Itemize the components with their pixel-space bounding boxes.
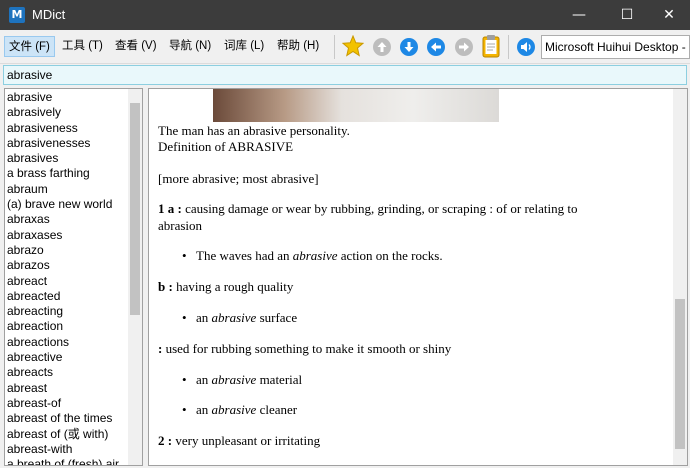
illustration-image [213,89,499,122]
menu-file[interactable]: 文件 (F) [4,36,55,57]
sense-1a-continuation: abrasion [158,218,203,233]
scroll-up-icon[interactable] [372,37,392,57]
headword-em: abrasive [211,372,257,387]
definition-heading: Definition of ABRASIVE [158,139,294,154]
word-list-item[interactable]: abrazo [7,243,129,258]
word-list-scrollbar[interactable] [128,89,142,465]
window-title: MDict [32,7,66,22]
sense-label: 2 : [158,433,173,448]
voice-select[interactable]: Microsoft Huihui Desktop - [541,35,690,59]
headword-em: abrasive [292,248,338,263]
word-list-item[interactable]: abreact [7,274,129,289]
menu-tools[interactable]: 工具 (T) [58,36,107,57]
toolbar-separator [508,35,509,59]
menu-help[interactable]: 帮助 (H) [273,36,323,57]
sense-text: very unpleasant or irritating [172,433,321,448]
sense-1a: 1 a : causing damage or wear by rubbing,… [158,201,578,217]
word-list-item[interactable]: abraxas [7,212,129,227]
word-list-item[interactable]: abreacts [7,365,129,380]
sense-1c: : used for rubbing something to make it … [158,341,451,357]
word-list-item[interactable]: abrasive [7,90,129,105]
sense-1b: b : having a rough quality [158,279,293,295]
definition-scrollbar[interactable] [673,89,687,465]
word-list-item[interactable]: abreast-of [7,396,129,411]
sense-2: 2 : very unpleasant or irritating [158,433,320,449]
example-sentence: The man has an abrasive personality. [158,123,350,138]
word-list-item[interactable]: abrasively [7,105,129,120]
speaker-pronounce-icon[interactable] [516,37,536,57]
back-icon[interactable] [426,37,446,57]
example-text: action on the rocks. [337,248,443,263]
word-list-item[interactable]: abreast-with [7,442,129,457]
menu-navigate[interactable]: 导航 (N) [165,36,215,57]
word-list-item[interactable]: abrazos [7,258,129,273]
word-list-item[interactable]: (a) brave new world [7,197,129,212]
word-list-item[interactable]: a breath of (fresh) air [7,457,129,465]
sense-label: 1 a : [158,201,182,216]
search-input[interactable]: abrasive [3,65,687,85]
close-button[interactable]: ✕ [646,0,690,30]
comparative-forms: [more abrasive; most abrasive] [158,171,319,186]
word-list-item[interactable]: abraxases [7,228,129,243]
definition-pane: The man has an abrasive personality. Def… [148,88,688,466]
word-list: abrasive abrasively abrasiveness abrasivene… [7,90,129,465]
bullet: • [182,310,187,325]
sense-text: causing damage or wear by rubbing, grind… [181,201,578,216]
example-item: • The waves had an abrasive action on the… [182,248,443,264]
word-list-item[interactable]: abrasives [7,151,129,166]
example-text: The waves had an [196,248,293,263]
sense-text: used for rubbing something to make it sm… [162,341,452,356]
word-list-item[interactable]: abreast of the times [7,411,129,426]
headword-em: abrasive [211,402,257,417]
bullet: • [182,402,187,417]
clipboard-icon[interactable] [482,34,500,58]
toolbar-separator [334,35,335,59]
example-text: material [256,372,303,387]
title-bar: M MDict — ☐ ✕ [0,0,690,30]
bullet: • [182,372,187,387]
maximize-button[interactable]: ☐ [604,0,650,30]
headword-em: abrasive [211,310,257,325]
word-list-scroll-thumb[interactable] [130,103,140,315]
word-list-item[interactable]: abrasiveness [7,121,129,136]
word-list-item[interactable]: a brass farthing [7,166,129,181]
example-item: • an abrasive surface [182,310,297,326]
example-item: • an abrasive cleaner [182,402,297,418]
sense-text: having a rough quality [172,279,294,294]
word-list-panel: abrasive abrasively abrasiveness abrasivene… [4,88,143,466]
word-list-item[interactable]: abreast of (或 with) [7,427,129,442]
minimize-button[interactable]: — [556,0,602,30]
menu-view[interactable]: 查看 (V) [111,36,161,57]
example-text: surface [256,310,298,325]
scroll-down-icon[interactable] [399,37,419,57]
word-list-item[interactable]: abraum [7,182,129,197]
example-text: an [196,310,212,325]
word-list-item[interactable]: abrasivenesses [7,136,129,151]
word-list-item[interactable]: abreaction [7,319,129,334]
word-list-item[interactable]: abreacted [7,289,129,304]
definition-scroll-thumb[interactable] [675,299,685,449]
word-list-item[interactable]: abreactions [7,335,129,350]
example-item: • an abrasive material [182,372,302,388]
favorite-star-icon[interactable] [342,35,364,57]
example-text: an [196,402,212,417]
word-list-item[interactable]: abreast [7,381,129,396]
example-text: an [196,372,212,387]
sense-label: b : [158,279,173,294]
menu-library[interactable]: 词库 (L) [220,36,268,57]
word-list-item[interactable]: abreactive [7,350,129,365]
word-list-item[interactable]: abreacting [7,304,129,319]
bullet: • [182,248,187,263]
forward-icon[interactable] [454,37,474,57]
mdict-app-icon: M [9,7,25,23]
example-text: cleaner [256,402,298,417]
